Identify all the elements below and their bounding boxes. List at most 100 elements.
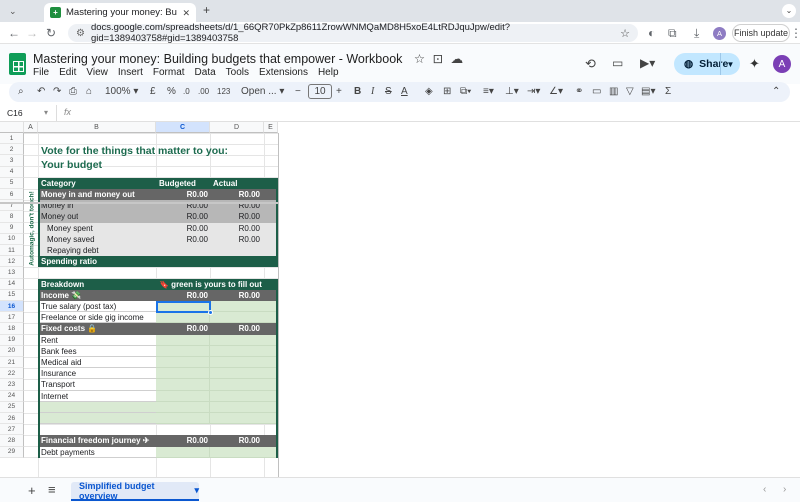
extension-icon[interactable]: ◐ bbox=[648, 26, 655, 40]
move-folder-icon[interactable]: ⊡ bbox=[433, 52, 443, 66]
star-icon[interactable]: ☆ bbox=[414, 52, 425, 66]
row-header[interactable]: 28 bbox=[0, 435, 24, 447]
profile-avatar[interactable]: A bbox=[713, 27, 726, 40]
summary-budgeted[interactable]: R0.00 bbox=[156, 223, 208, 234]
bookmark-star-icon[interactable]: ☆ bbox=[620, 27, 630, 40]
sheet-tab-active[interactable]: Simplified budget overview ▾ bbox=[71, 481, 199, 501]
tab-search-icon[interactable]: ⌄ bbox=[9, 5, 17, 17]
selected-cell-c16[interactable] bbox=[156, 301, 211, 314]
tab-list-icon[interactable]: ⌄ bbox=[782, 4, 796, 18]
row-header[interactable]: 8 bbox=[0, 211, 24, 223]
summary-budgeted[interactable] bbox=[156, 256, 208, 267]
row-header[interactable]: 1 bbox=[0, 133, 24, 145]
filter-views-icon[interactable]: ▤▾ bbox=[641, 85, 655, 99]
account-avatar[interactable]: A bbox=[773, 55, 791, 73]
row-header[interactable]: 13 bbox=[0, 267, 24, 279]
summary-actual[interactable] bbox=[210, 245, 260, 256]
row-header[interactable]: 5 bbox=[0, 177, 24, 189]
sheets-logo-icon[interactable] bbox=[9, 53, 26, 75]
number-format-button[interactable]: 123 bbox=[217, 85, 230, 99]
reload-icon[interactable]: ↻ bbox=[46, 26, 56, 40]
row-header[interactable]: 14 bbox=[0, 278, 24, 290]
row-header[interactable]: 4 bbox=[0, 166, 24, 178]
insert-link-icon[interactable]: ⚭ bbox=[575, 85, 583, 99]
row-header[interactable]: 21 bbox=[0, 357, 24, 369]
summary-budgeted[interactable]: R0.00 bbox=[156, 189, 208, 200]
row-header[interactable]: 20 bbox=[0, 345, 24, 357]
select-all-corner[interactable] bbox=[0, 122, 24, 133]
decrease-decimal-button[interactable]: .0 bbox=[183, 85, 190, 99]
undo-icon[interactable]: ↶ bbox=[37, 85, 45, 99]
text-wrap-icon[interactable]: ⇥▾ bbox=[527, 85, 540, 99]
comments-icon[interactable]: ▭ bbox=[612, 56, 623, 70]
insert-chart-icon[interactable]: ▥ bbox=[609, 85, 618, 99]
summary-actual[interactable]: R0.00 bbox=[210, 211, 260, 222]
download-icon[interactable]: ⤓ bbox=[694, 26, 699, 40]
insert-comment-icon[interactable]: ▭ bbox=[592, 85, 601, 99]
row-header[interactable]: 26 bbox=[0, 413, 24, 425]
sheet-tab-dropdown-icon[interactable]: ▾ bbox=[194, 485, 199, 496]
col-header-e[interactable]: E bbox=[264, 122, 278, 133]
text-rotation-icon[interactable]: ∠▾ bbox=[549, 85, 563, 99]
paint-format-icon[interactable]: ⌂ bbox=[86, 85, 92, 99]
increase-font-size-icon[interactable]: + bbox=[336, 85, 342, 99]
row-header[interactable]: 11 bbox=[0, 245, 24, 257]
row-header[interactable]: 29 bbox=[0, 446, 24, 458]
col-header-d[interactable]: D bbox=[210, 122, 264, 133]
row-header[interactable]: 9 bbox=[0, 222, 24, 234]
italic-icon[interactable]: I bbox=[371, 85, 374, 99]
cloud-status-icon[interactable]: ☁ bbox=[451, 52, 464, 66]
fill-color-icon[interactable]: ◈ bbox=[425, 85, 433, 99]
menu-view[interactable]: View bbox=[86, 67, 108, 78]
col-header-a[interactable]: A bbox=[24, 122, 38, 133]
font-select[interactable]: Open ... ▾ bbox=[241, 85, 284, 99]
menu-tools[interactable]: Tools bbox=[226, 67, 249, 78]
menu-help[interactable]: Help bbox=[318, 67, 339, 78]
name-box-dropdown-icon[interactable]: ▾ bbox=[44, 108, 48, 117]
row-header[interactable]: 17 bbox=[0, 312, 24, 324]
strikethrough-icon[interactable]: S bbox=[385, 85, 392, 99]
menu-edit[interactable]: Edit bbox=[59, 67, 76, 78]
row-header[interactable]: 27 bbox=[0, 424, 24, 436]
redo-icon[interactable]: ↷ bbox=[53, 85, 61, 99]
summary-budgeted[interactable]: R0.00 bbox=[156, 234, 208, 245]
menu-file[interactable]: File bbox=[33, 67, 49, 78]
functions-icon[interactable]: Σ bbox=[665, 85, 671, 99]
row-header[interactable]: 6 bbox=[0, 189, 24, 201]
back-icon[interactable]: ← bbox=[8, 26, 20, 40]
gemini-spark-icon[interactable]: ✦ bbox=[749, 56, 760, 72]
menu-format[interactable]: Format bbox=[153, 67, 185, 78]
scroll-tabs-left-icon[interactable]: ‹ bbox=[763, 484, 766, 495]
percent-format-button[interactable]: % bbox=[167, 85, 176, 99]
browser-menu-icon[interactable]: ⋮ bbox=[790, 26, 800, 40]
zoom-select[interactable]: 100% ▾ bbox=[105, 85, 138, 99]
forward-icon[interactable]: → bbox=[26, 26, 38, 40]
summary-actual[interactable] bbox=[210, 256, 260, 267]
all-sheets-icon[interactable]: ≡ bbox=[48, 482, 56, 497]
row-header[interactable]: 24 bbox=[0, 390, 24, 402]
spreadsheet-grid[interactable]: A B C D E 1 2 3 4 5 6 7 8 9 10 11 12 13 14 15 16 17 18 19 2… bbox=[0, 122, 800, 477]
horizontal-align-icon[interactable]: ≡▾ bbox=[483, 85, 494, 99]
name-box[interactable]: C16 bbox=[7, 108, 23, 118]
row-header[interactable]: 23 bbox=[0, 379, 24, 391]
collapse-toolbar-icon[interactable]: ⌃ bbox=[772, 85, 780, 99]
finish-update-button[interactable]: Finish update bbox=[732, 24, 790, 42]
print-icon[interactable]: ⎙ bbox=[69, 85, 77, 99]
vertical-align-icon[interactable]: ⊥▾ bbox=[505, 85, 519, 99]
row-header[interactable]: 2 bbox=[0, 144, 24, 156]
borders-icon[interactable]: ⊞ bbox=[443, 85, 451, 99]
site-info-icon[interactable]: ⚙ bbox=[76, 28, 85, 39]
summary-budgeted[interactable]: R0.00 bbox=[156, 211, 208, 222]
frozen-rows-divider[interactable] bbox=[0, 202, 278, 204]
filter-icon[interactable]: ▽ bbox=[626, 85, 634, 99]
menu-insert[interactable]: Insert bbox=[118, 67, 143, 78]
puzzle-extensions-icon[interactable]: ⧉ bbox=[668, 26, 677, 40]
scroll-tabs-right-icon[interactable]: › bbox=[783, 484, 786, 495]
increase-decimal-button[interactable]: .00 bbox=[198, 85, 209, 99]
col-header-b[interactable]: B bbox=[38, 122, 156, 133]
row-header[interactable]: 10 bbox=[0, 233, 24, 245]
formula-input[interactable] bbox=[84, 106, 784, 120]
currency-format-button[interactable]: £ bbox=[150, 85, 156, 99]
new-tab-button[interactable]: + bbox=[203, 4, 210, 16]
row-header[interactable]: 15 bbox=[0, 289, 24, 301]
